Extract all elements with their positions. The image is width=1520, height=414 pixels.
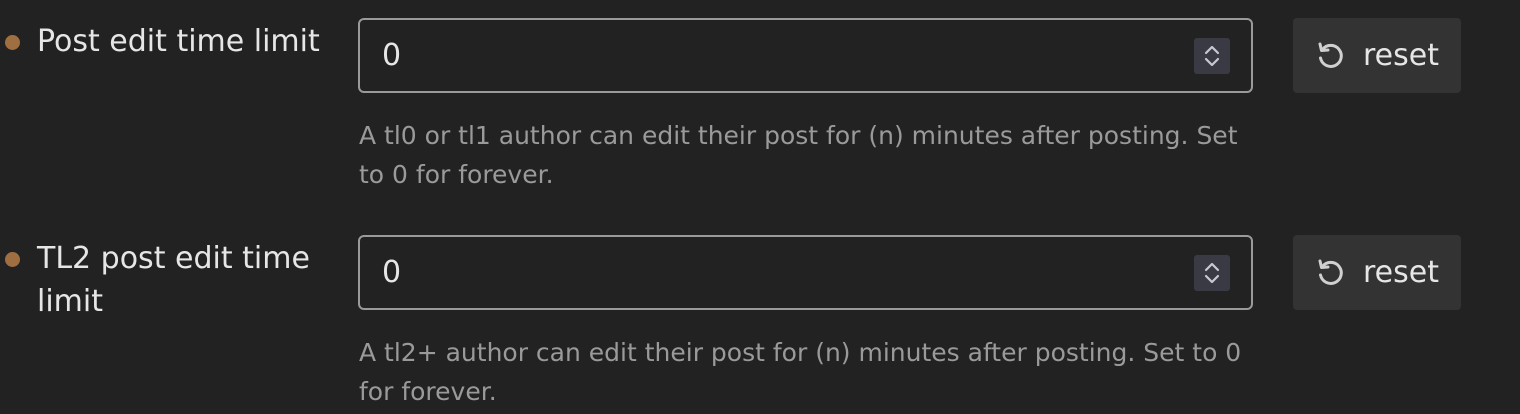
input-value[interactable]: 0 bbox=[382, 237, 401, 308]
input-value[interactable]: 0 bbox=[382, 20, 401, 91]
reset-button-label: reset bbox=[1363, 38, 1439, 73]
undo-icon bbox=[1314, 39, 1347, 72]
reset-button[interactable]: reset bbox=[1293, 235, 1461, 310]
reset-button-label: reset bbox=[1363, 255, 1439, 290]
tl2-post-edit-time-limit-input[interactable]: 0 bbox=[358, 235, 1253, 310]
undo-icon bbox=[1314, 256, 1347, 289]
chevron-up-down-icon[interactable] bbox=[1194, 38, 1230, 74]
post-edit-time-limit-input[interactable]: 0 bbox=[358, 18, 1253, 93]
reset-button[interactable]: reset bbox=[1293, 18, 1461, 93]
setting-label: TL2 post edit time limit bbox=[37, 241, 310, 319]
modified-dot-icon bbox=[5, 35, 20, 50]
setting-label: Post edit time limit bbox=[37, 24, 320, 59]
modified-dot-icon bbox=[5, 252, 20, 267]
chevron-up-down-icon[interactable] bbox=[1194, 255, 1230, 291]
setting-description: A tl0 or tl1 author can edit their post … bbox=[359, 121, 1238, 189]
setting-description: A tl2+ author can edit their post for (n… bbox=[359, 338, 1242, 406]
